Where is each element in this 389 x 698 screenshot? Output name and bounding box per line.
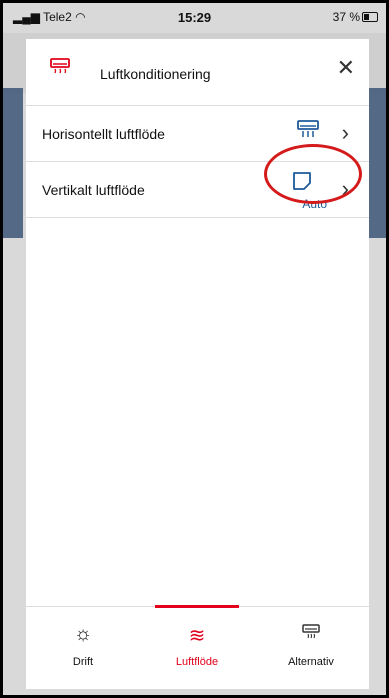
tab-drift[interactable]: ☼ Drift [26, 607, 140, 689]
tab-label: Luftflöde [175, 656, 219, 668]
tab-luftflode[interactable]: ≋ Luftflöde [140, 605, 254, 689]
airflow-modal: Luftkonditionering ✕ Horisontellt luftfl… [26, 39, 369, 689]
airflow-icon: ≋ [188, 625, 206, 647]
background-app-edge [3, 88, 23, 238]
tab-label: Alternativ [288, 656, 334, 668]
sun-icon: ☼ [73, 623, 93, 645]
ac-unit-icon [254, 623, 368, 646]
row-label: Horisontellt luftflöde [42, 126, 165, 142]
battery-indicator: 37 % [333, 10, 378, 24]
background-app-edge [366, 88, 386, 238]
tab-alternativ[interactable]: Alternativ [254, 607, 368, 689]
modal-header: Luftkonditionering ✕ [26, 39, 369, 106]
modal-title: Luftkonditionering [100, 66, 211, 82]
bottom-navigation: ☼ Drift ≋ Luftflöde Alternativ [26, 605, 369, 689]
ac-unit-icon [297, 118, 319, 145]
battery-icon [362, 12, 378, 22]
clock: 15:29 [177, 10, 212, 25]
status-bar: ▂▄▆ Tele2 ◠ 15:29 37 % [3, 3, 386, 33]
annotation-circle [264, 144, 362, 204]
phone-screen: ▂▄▆ Tele2 ◠ 15:29 37 % Luftkonditionerin… [3, 3, 386, 695]
close-icon[interactable]: ✕ [337, 55, 355, 81]
chevron-right-icon: › [341, 120, 349, 145]
tab-label: Drift [72, 656, 94, 668]
row-label: Vertikalt luftflöde [42, 182, 145, 198]
ac-unit-icon [50, 57, 70, 82]
